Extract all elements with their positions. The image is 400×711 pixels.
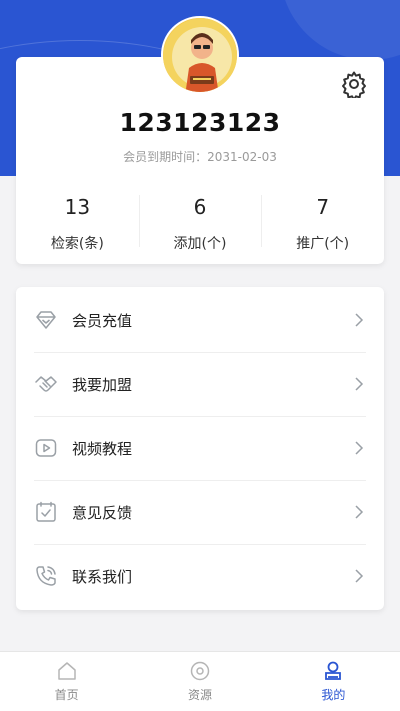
home-icon	[57, 662, 76, 680]
profile-icon	[325, 661, 342, 680]
chevron-right-icon	[355, 505, 364, 519]
expiry-date: 2031-02-03	[207, 150, 277, 164]
tab-home[interactable]: 首页	[0, 652, 133, 711]
tab-label: 资源	[187, 688, 212, 702]
menu-item-label: 意见反馈	[72, 503, 133, 522]
menu-card: 会员充值 我要加盟 视频教程 意见反馈 联系我们	[16, 287, 384, 610]
username: 123123123	[119, 108, 281, 137]
menu-item-contact-us[interactable]: 联系我们	[34, 544, 366, 608]
chevron-right-icon	[355, 569, 364, 583]
handshake-icon	[35, 376, 57, 392]
chevron-right-icon	[355, 313, 364, 327]
phone-icon	[36, 566, 56, 586]
stat-value: 7	[316, 195, 330, 219]
tab-mine[interactable]: 我的	[267, 652, 400, 711]
tab-resources[interactable]: 资源	[133, 652, 266, 711]
tab-label: 我的	[321, 688, 346, 702]
stat-added[interactable]: 6 添加(个)	[138, 187, 262, 255]
stat-value: 6	[193, 195, 207, 219]
menu-item-feedback[interactable]: 意见反馈	[34, 480, 366, 544]
menu-item-label: 会员充值	[72, 311, 133, 330]
settings-button[interactable]	[340, 70, 368, 101]
membership-expiry: 会员到期时间：2031-02-03	[16, 148, 384, 165]
menu-item-label: 联系我们	[72, 567, 133, 586]
chevron-right-icon	[355, 377, 364, 391]
avatar[interactable]	[161, 16, 239, 94]
expiry-label: 会员到期时间：	[123, 150, 208, 164]
menu-item-label: 我要加盟	[72, 375, 133, 394]
diamond-icon	[36, 311, 56, 329]
stat-label: 检索(条)	[50, 236, 104, 252]
bottom-tab-bar: 首页 资源 我的	[0, 651, 400, 711]
stat-label: 添加(个)	[173, 236, 227, 252]
resource-icon	[190, 661, 210, 681]
chevron-right-icon	[355, 441, 364, 455]
tab-label: 首页	[54, 688, 79, 702]
menu-item-membership-recharge[interactable]: 会员充值	[34, 288, 366, 352]
stat-promoted[interactable]: 7 推广(个)	[261, 187, 384, 255]
feedback-icon	[36, 501, 56, 522]
header-decoration	[280, 0, 400, 60]
stat-search[interactable]: 13 检索(条)	[16, 187, 139, 255]
menu-item-label: 视频教程	[72, 439, 133, 458]
video-icon	[35, 439, 57, 457]
stats-row: 13 检索(条) 6 添加(个) 7 推广(个)	[16, 187, 384, 255]
stat-label: 推广(个)	[296, 236, 350, 252]
gear-icon	[342, 71, 366, 101]
menu-item-video-tutorials[interactable]: 视频教程	[34, 416, 366, 480]
stat-value: 13	[64, 195, 91, 219]
menu-item-join[interactable]: 我要加盟	[34, 352, 366, 416]
